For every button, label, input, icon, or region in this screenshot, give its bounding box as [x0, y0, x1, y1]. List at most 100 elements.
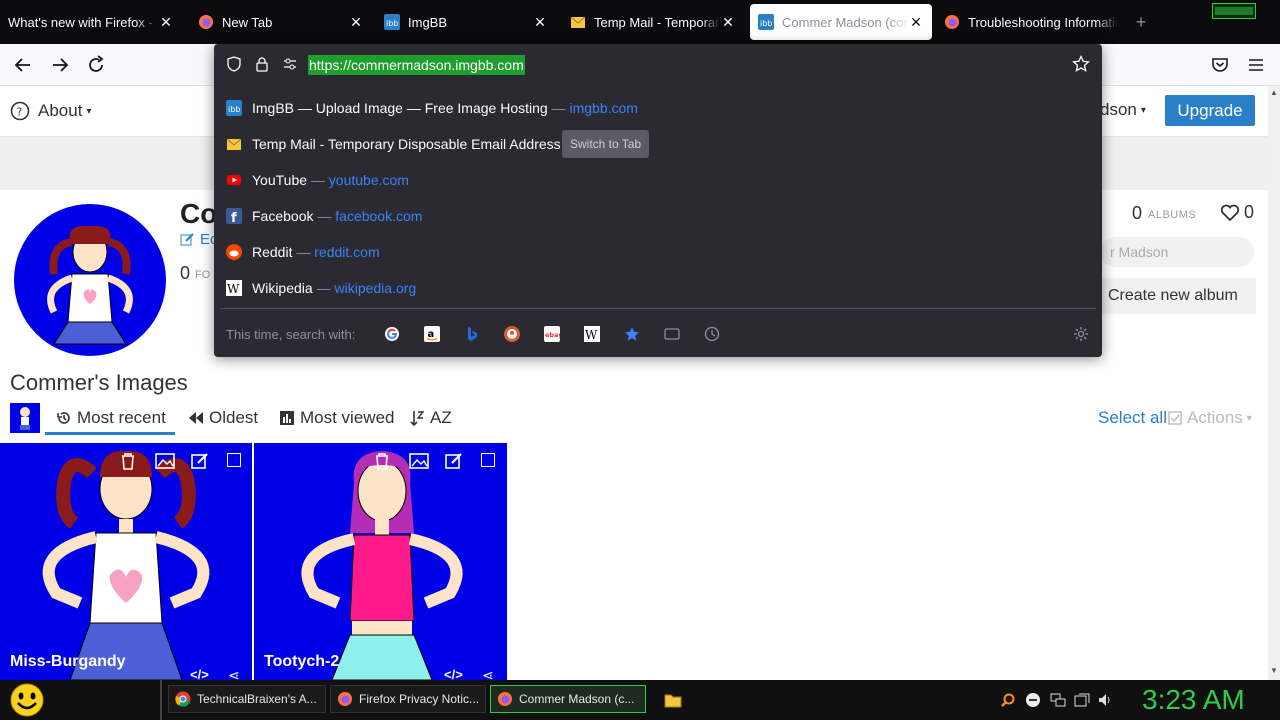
profile-search-input[interactable]: r Madson: [1100, 237, 1254, 267]
edit-icon[interactable]: [444, 451, 464, 476]
ebay-icon[interactable]: ebay: [544, 326, 563, 347]
status-tray-icon[interactable]: [1025, 692, 1041, 713]
folder-icon[interactable]: [664, 692, 682, 713]
svg-text:ebay: ebay: [545, 331, 560, 339]
bing-icon[interactable]: [464, 326, 480, 347]
svg-text:a: a: [428, 329, 435, 340]
clock[interactable]: 3:23 AM: [1142, 684, 1245, 716]
share-icon[interactable]: ⋖: [482, 667, 494, 680]
actions-menu[interactable]: Actions ▾: [1168, 408, 1252, 428]
back-button[interactable]: [11, 53, 35, 77]
bookmark-star-icon[interactable]: [1072, 54, 1090, 78]
sort-az[interactable]: AZ: [410, 408, 452, 428]
about-label: About: [38, 101, 83, 120]
new-tab-button[interactable]: +: [1132, 12, 1150, 32]
embed-code-icon[interactable]: </>: [444, 667, 463, 680]
suggestion-imgbb[interactable]: ibb ImgBB — Upload Image — Free Image Ho…: [214, 90, 1102, 126]
image-title[interactable]: Tootych-2: [264, 653, 339, 671]
lock-icon[interactable]: [254, 56, 270, 77]
trash-icon[interactable]: [118, 451, 138, 476]
search-with-label: This time, search with:: [226, 327, 356, 342]
tab-imgbb[interactable]: ibb ImgBB ✕: [376, 4, 556, 40]
tab-troubleshooting[interactable]: Troubleshooting Information: [936, 4, 1126, 40]
google-icon[interactable]: [384, 326, 400, 347]
share-icon[interactable]: ⋖: [228, 667, 240, 680]
suggestion-url: imgbb.com: [569, 100, 638, 116]
search-tray-icon[interactable]: [1000, 692, 1016, 713]
history-clock-icon[interactable]: [704, 326, 720, 347]
page-scrollbar[interactable]: ▲ ▼: [1268, 86, 1280, 680]
bookmarks-star-icon[interactable]: [624, 326, 640, 347]
pocket-button[interactable]: [1208, 53, 1232, 77]
suggestion-title: Wikipedia: [252, 280, 313, 296]
tabs-icon[interactable]: [664, 326, 680, 347]
taskbar-item-firefox-privacy[interactable]: Firefox Privacy Notic...: [330, 685, 486, 713]
firefox-icon: [338, 692, 352, 706]
facebook-icon: f: [226, 208, 242, 224]
forward-button[interactable]: [48, 53, 72, 77]
tab-whats-new[interactable]: What's new with Firefox - Mozilla ✕: [0, 4, 182, 40]
taskbar-item-commer-madson[interactable]: Commer Madson (c...: [490, 685, 646, 713]
firefox-icon: [199, 15, 213, 29]
close-icon[interactable]: ✕: [158, 14, 174, 31]
tab-commer-madson[interactable]: ibb Commer Madson (commermadson) ✕: [750, 4, 932, 40]
scroll-up-icon[interactable]: ▲: [1268, 88, 1280, 100]
duckduckgo-icon[interactable]: [504, 326, 520, 347]
about-menu[interactable]: ? About ▾: [10, 100, 91, 122]
taskbar-item-chrome[interactable]: TechnicalBraixen's A...: [168, 685, 326, 713]
window-controls: [1212, 3, 1256, 19]
wikipedia-search-icon[interactable]: W: [584, 326, 600, 347]
tab-new-tab[interactable]: New Tab ✕: [190, 4, 372, 40]
network-tray-icon[interactable]: [1050, 692, 1066, 713]
suggestion-youtube[interactable]: YouTube — youtube.com: [214, 162, 1102, 198]
image-icon[interactable]: [408, 451, 430, 476]
close-icon[interactable]: ✕: [908, 14, 924, 31]
suggestion-wikipedia[interactable]: W Wikipedia — wikipedia.org: [214, 270, 1102, 306]
create-album-button[interactable]: Create new album: [1100, 278, 1256, 314]
reddit-icon: [226, 244, 242, 260]
image-icon[interactable]: [154, 451, 176, 476]
svg-text:ibb: ibb: [228, 105, 240, 114]
upgrade-button[interactable]: Upgrade: [1165, 95, 1255, 126]
embed-code-icon[interactable]: </>: [190, 667, 209, 680]
user-menu[interactable]: dson ▾: [1100, 100, 1146, 120]
edit-profile-link[interactable]: Ec: [180, 231, 218, 248]
edit-icon[interactable]: [190, 451, 210, 476]
close-icon[interactable]: ✕: [532, 14, 548, 31]
suggestion-reddit[interactable]: Reddit — reddit.com: [214, 234, 1102, 270]
close-icon[interactable]: ✕: [720, 14, 736, 31]
likes-stat: 0: [1220, 202, 1254, 223]
suggestion-temp-mail[interactable]: Temp Mail - Temporary Disposable Email A…: [214, 126, 1102, 162]
suggestion-facebook[interactable]: f Facebook — facebook.com: [214, 198, 1102, 234]
image-card[interactable]: Miss-Burgandy </> ⋖: [0, 443, 252, 680]
close-icon[interactable]: ✕: [348, 14, 364, 31]
image-card[interactable]: Tootych-2 </> ⋖: [254, 443, 507, 680]
tracking-protection-icon[interactable]: [226, 56, 242, 77]
permissions-icon[interactable]: [282, 56, 298, 77]
image-title[interactable]: Miss-Burgandy: [10, 653, 126, 671]
volume-tray-icon[interactable]: [1097, 692, 1113, 713]
sort-most-recent[interactable]: Most recent: [56, 408, 166, 428]
select-all-link[interactable]: Select all: [1098, 408, 1167, 428]
heart-icon: [1220, 204, 1240, 221]
scroll-down-icon[interactable]: ▼: [1268, 666, 1280, 678]
edit-icon: [180, 233, 194, 246]
suggestion-url: reddit.com: [314, 244, 380, 260]
trash-icon[interactable]: [372, 451, 392, 476]
switch-to-tab-badge[interactable]: Switch to Tab: [562, 130, 650, 158]
select-checkbox[interactable]: [481, 453, 495, 467]
action-center-tray-icon[interactable]: [1074, 692, 1090, 713]
start-button[interactable]: [8, 682, 46, 718]
select-checkbox[interactable]: [227, 453, 241, 467]
url-input[interactable]: https://commermadson.imgbb.com: [308, 55, 525, 75]
svg-text:ibb: ibb: [760, 19, 772, 28]
caret-down-icon: ▾: [1140, 104, 1146, 116]
sort-most-viewed[interactable]: Most viewed: [280, 408, 394, 428]
suggestion-url: youtube.com: [328, 172, 409, 188]
reload-button[interactable]: [84, 53, 108, 77]
tab-temp-mail[interactable]: Temp Mail - Temporary Disposable ✕: [562, 4, 744, 40]
amazon-icon[interactable]: a: [424, 326, 440, 347]
sort-oldest[interactable]: Oldest: [188, 408, 258, 428]
search-settings-gear-icon[interactable]: [1073, 326, 1089, 347]
app-menu-button[interactable]: [1244, 53, 1268, 77]
